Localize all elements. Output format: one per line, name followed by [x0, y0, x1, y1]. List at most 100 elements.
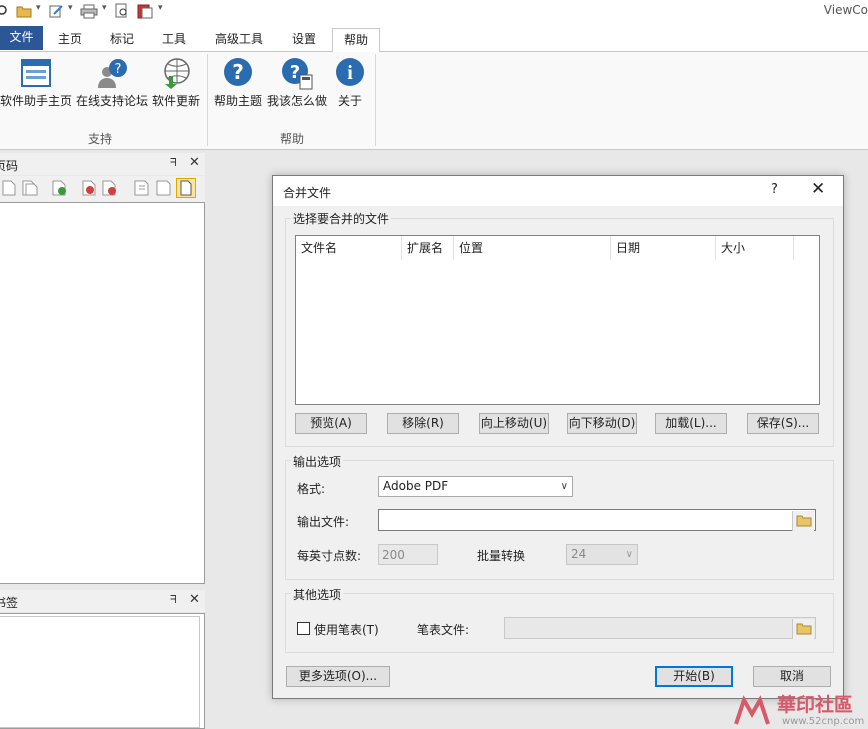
ribbon-panel: 软件助手主页 ? 在线支持论坛 软件更新 支持 ? 帮助主题 ? 我该怎么做 i… [0, 52, 868, 150]
search-icon[interactable] [0, 3, 8, 19]
help-circle-icon: ? [224, 58, 252, 86]
close-icon[interactable]: ✕ [189, 592, 200, 607]
browse-pen-file-button[interactable] [792, 619, 814, 639]
svg-text:?: ? [115, 62, 122, 77]
tab-home[interactable]: 主页 [50, 28, 90, 52]
insert-page-icon[interactable] [52, 180, 68, 196]
pin-icon[interactable]: ᖷ [170, 593, 177, 607]
svg-text:?: ? [232, 60, 244, 84]
preview-button[interactable]: 预览(A) [295, 413, 367, 434]
software-home-button[interactable]: 软件助手主页 [0, 56, 72, 109]
folder-icon [796, 623, 812, 635]
output-file-label: 输出文件: [297, 515, 350, 529]
extract-page-icon[interactable] [134, 180, 150, 196]
column-header-filename[interactable]: 文件名 [296, 236, 402, 260]
use-pen-table-label[interactable]: 使用笔表(T) [314, 621, 379, 638]
open-folder-icon[interactable] [16, 3, 32, 19]
edit-dropdown-icon[interactable]: ▾ [68, 3, 73, 19]
open-dropdown-icon[interactable]: ▾ [36, 3, 41, 19]
customize-qat-icon[interactable]: ▾ [158, 3, 163, 19]
column-header-location[interactable]: 位置 [454, 236, 611, 260]
chevron-down-icon: ∨ [625, 549, 633, 560]
about-label: 关于 [337, 94, 362, 108]
how-do-i-button[interactable]: ? 我该怎么做 [266, 56, 328, 109]
format-select[interactable]: Adobe PDF ∨ [378, 476, 573, 497]
software-update-label: 软件更新 [151, 94, 200, 108]
dpi-input[interactable]: 200 [378, 544, 438, 565]
page-properties-icon[interactable] [176, 178, 196, 198]
column-header-date[interactable]: 日期 [611, 236, 716, 260]
batch-convert-select[interactable]: 24 ∨ [566, 544, 638, 565]
pin-icon[interactable]: ᖷ [170, 156, 177, 170]
files-list[interactable]: 文件名 扩展名 位置 日期 大小 [295, 235, 820, 405]
close-icon[interactable]: ✕ [189, 155, 200, 170]
software-update-button[interactable]: 软件更新 [151, 56, 201, 109]
save-button[interactable]: 保存(S)... [747, 413, 819, 434]
about-button[interactable]: i 关于 [332, 56, 368, 109]
delete-page-icon[interactable] [82, 180, 98, 196]
close-button[interactable]: ✕ [811, 179, 825, 199]
pages-panel-toolbar [0, 176, 205, 202]
tab-settings[interactable]: 设置 [282, 28, 326, 52]
help-topics-label: 帮助主题 [213, 94, 262, 108]
support-forum-button[interactable]: ? 在线支持论坛 [75, 56, 149, 109]
column-header-size[interactable]: 大小 [716, 236, 794, 260]
help-button[interactable]: ? [771, 182, 778, 197]
forum-users-icon: ? [98, 59, 127, 88]
tab-file[interactable]: 文件 [0, 26, 43, 50]
output-file-input[interactable] [378, 509, 816, 531]
tab-mark[interactable]: 标记 [102, 28, 142, 52]
help-group-label: 帮助 [280, 132, 305, 146]
how-do-i-label: 我该怎么做 [266, 94, 327, 108]
browse-output-button[interactable] [792, 511, 814, 531]
remove-button[interactable]: 移除(R) [387, 413, 459, 434]
software-home-label: 软件助手主页 [0, 94, 73, 108]
quick-access-toolbar: ▾ ▾ ▾ ▾ ViewCo [0, 0, 868, 24]
help-topics-button[interactable]: ? 帮助主题 [212, 56, 264, 109]
watermark-brand: 華印社區 [777, 694, 854, 716]
page-icon[interactable] [2, 180, 16, 196]
folder-icon [796, 515, 812, 527]
move-up-button[interactable]: 向上移动(U) [479, 413, 549, 434]
edit-icon[interactable] [48, 3, 64, 19]
dialog-title-bar: 合并文件 ? ✕ [273, 176, 843, 206]
watermark-url: www.52cnp.com [782, 716, 865, 727]
load-button[interactable]: 加载(L)... [655, 413, 727, 434]
print-icon[interactable] [80, 3, 98, 19]
pages-panel-body [0, 202, 205, 584]
pen-file-label: 笔表文件: [417, 623, 470, 637]
batch-convert-label: 批量转换 [477, 549, 526, 563]
format-label: 格式: [297, 482, 326, 496]
clipboard-icon[interactable] [136, 3, 154, 19]
group-separator [375, 54, 376, 146]
tab-help[interactable]: 帮助 [332, 28, 380, 53]
rotate-page-icon[interactable] [156, 180, 172, 196]
info-icon: i [336, 58, 364, 86]
pages-icon[interactable] [22, 180, 38, 196]
pages-panel-header: 页码 ᖷ ✕ [0, 153, 205, 175]
watermark-logo-icon [734, 695, 770, 725]
tab-advanced-tools[interactable]: 高级工具 [208, 28, 270, 52]
column-header-extension[interactable]: 扩展名 [402, 236, 454, 260]
app-title: ViewCo [823, 3, 868, 17]
support-group-label: 支持 [88, 132, 113, 146]
more-options-button[interactable]: 更多选项(O)... [286, 666, 390, 687]
dpi-value: 200 [382, 548, 405, 562]
print-preview-icon[interactable] [114, 3, 130, 19]
cancel-button[interactable]: 取消 [753, 666, 831, 687]
print-dropdown-icon[interactable]: ▾ [102, 3, 107, 19]
dialog-title: 合并文件 [283, 186, 332, 200]
ribbon-tabs: 文件 主页 标记 工具 高级工具 设置 帮助 [0, 24, 868, 53]
output-group-label: 输出选项 [291, 453, 344, 470]
bookmarks-panel-header: 书签 ᖷ ✕ [0, 590, 205, 612]
webpage-icon [21, 59, 51, 87]
tab-tools[interactable]: 工具 [154, 28, 194, 52]
start-button[interactable]: 开始(B) [655, 666, 733, 687]
use-pen-table-checkbox[interactable] [297, 622, 310, 635]
move-down-button[interactable]: 向下移动(D) [567, 413, 637, 434]
delete-pages-icon[interactable] [102, 180, 118, 196]
bookmarks-panel-body [0, 613, 205, 729]
pen-file-input[interactable] [504, 617, 816, 639]
files-group-label: 选择要合并的文件 [291, 210, 392, 227]
chevron-down-icon: ∨ [560, 481, 568, 492]
